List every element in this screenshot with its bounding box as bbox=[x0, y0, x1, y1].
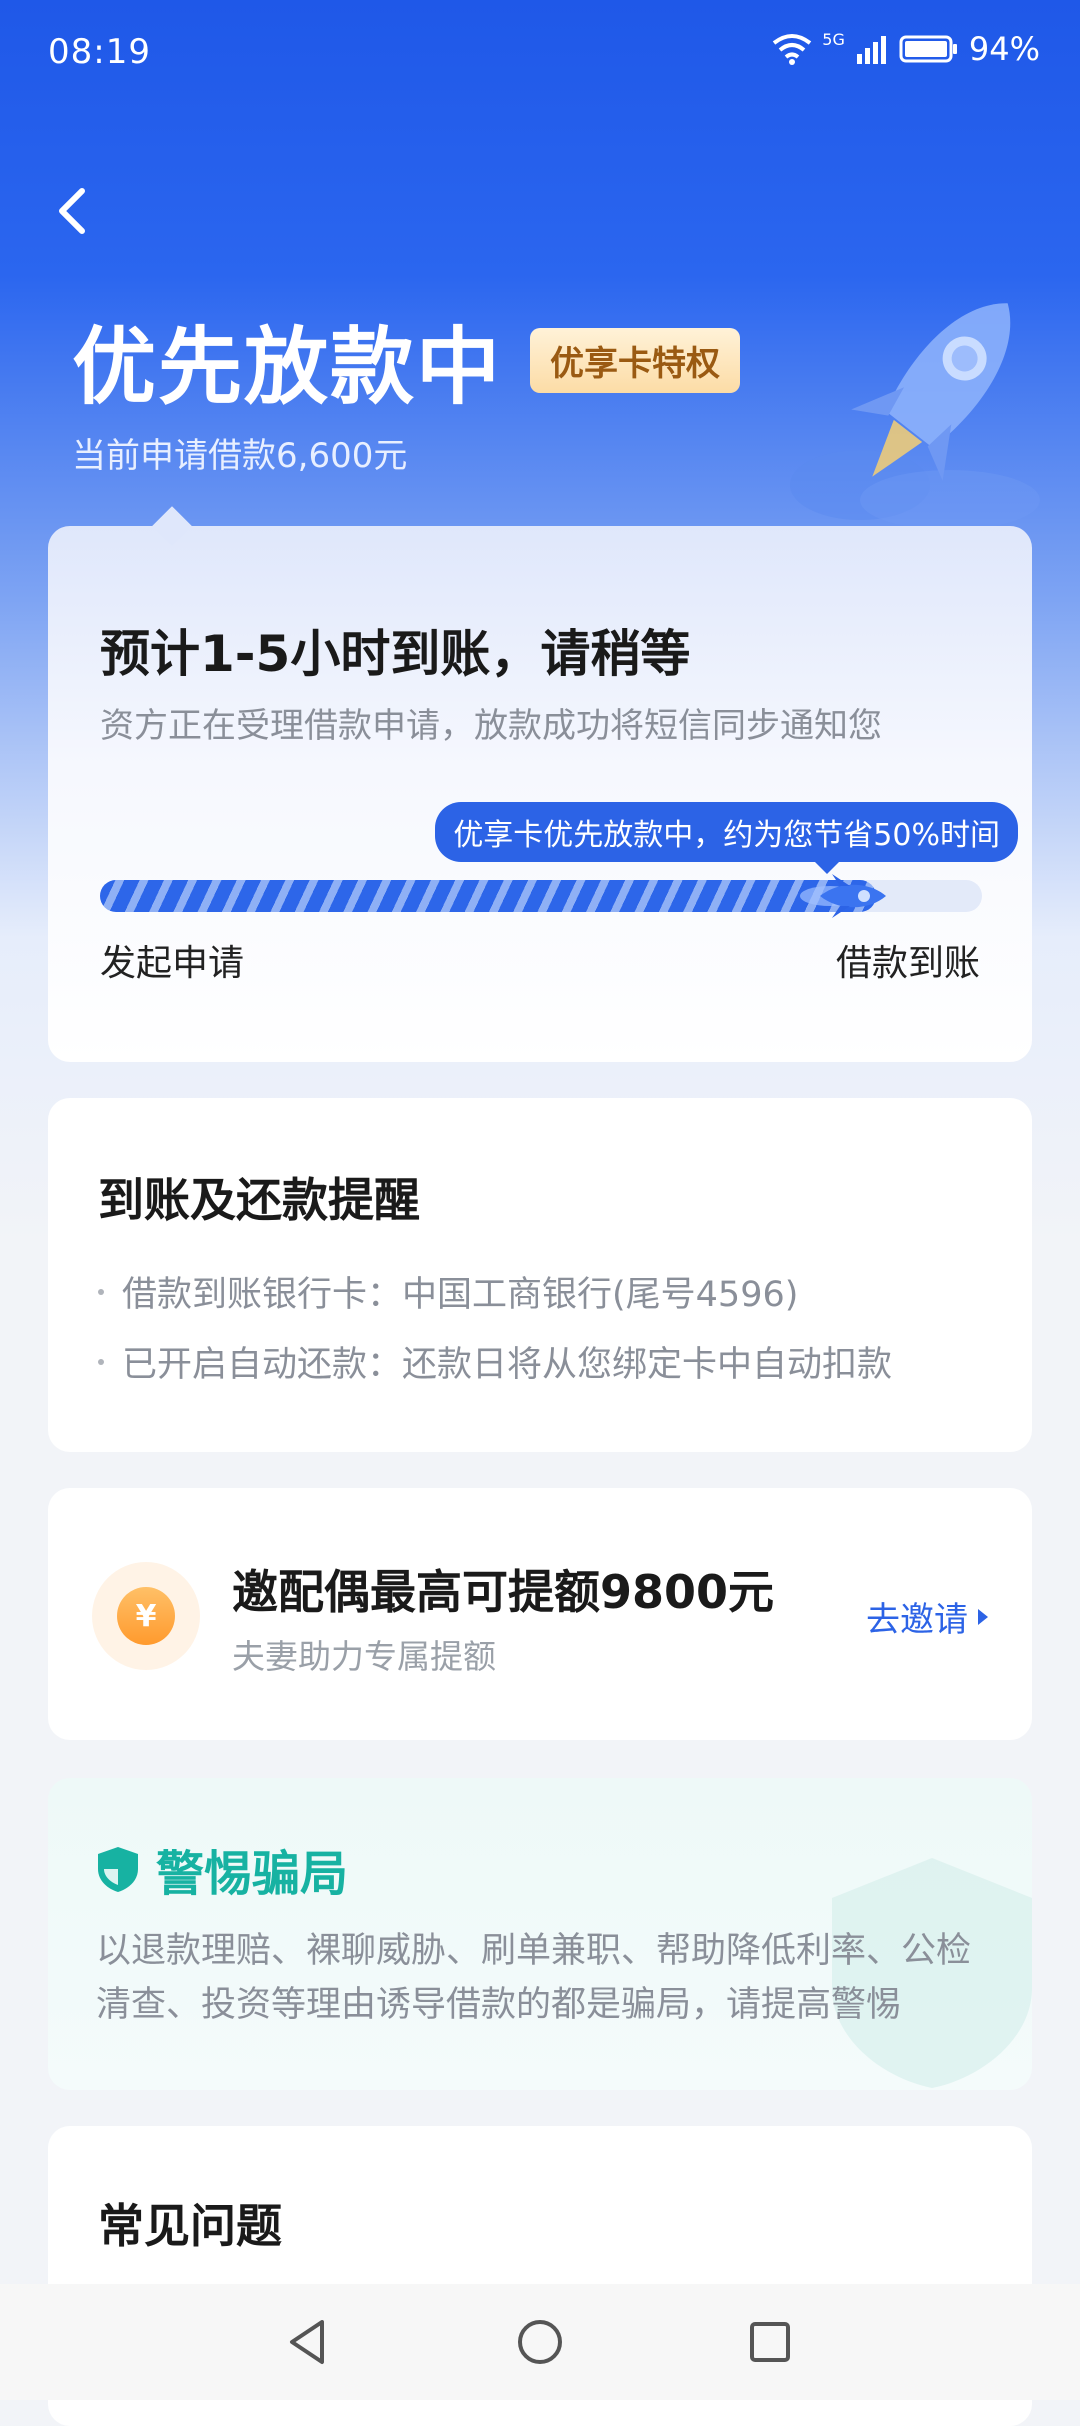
invite-button-label: 去邀请 bbox=[866, 1600, 968, 1640]
progress-fill bbox=[100, 880, 876, 912]
play-arrow-icon bbox=[978, 1608, 988, 1625]
privilege-badge: 优享卡特权 bbox=[530, 328, 741, 393]
shield-icon bbox=[98, 1847, 138, 1892]
battery-icon bbox=[899, 35, 957, 63]
network-label: 5G bbox=[822, 30, 845, 49]
nav-recents-icon[interactable] bbox=[740, 2312, 800, 2372]
page-title: 优先放款中 bbox=[72, 318, 503, 416]
invite-spouse-card[interactable]: ¥ 邀配偶最高可提额9800元 夫妻助力专属提额 去邀请 bbox=[48, 1488, 1032, 1740]
coin-icon: ¥ bbox=[92, 1562, 200, 1670]
status-bar: 08:19 5G 94% bbox=[0, 0, 1080, 100]
reminder-title: 到账及还款提醒 bbox=[98, 1173, 420, 1227]
scam-warning-card: 警惕骗局 以退款理赔、裸聊威胁、刷单兼职、帮助降低利率、公检清查、投资等理由诱导… bbox=[48, 1778, 1032, 2090]
status-time: 08:19 bbox=[48, 32, 151, 72]
nav-home-icon[interactable] bbox=[510, 2312, 570, 2372]
progress-end-label: 借款到账 bbox=[835, 943, 980, 984]
reminder-item-bank-card: 借款到账银行卡：中国工商银行(尾号4596) bbox=[98, 1266, 798, 1317]
scam-warning-heading: 警惕骗局 bbox=[96, 1834, 348, 1904]
nav-back-icon[interactable] bbox=[278, 2312, 338, 2372]
rocket-illustration-icon bbox=[790, 303, 1040, 530]
status-icons: 5G 94% bbox=[772, 30, 1040, 68]
status-description: 资方正在受理借款申请，放款成功将短信同步通知您 bbox=[100, 706, 882, 746]
progress-track bbox=[100, 874, 982, 918]
priority-tip-bubble: 优享卡优先放款中，约为您节省50%时间 bbox=[435, 802, 1018, 874]
system-navigation-bar bbox=[0, 2284, 1080, 2400]
loan-amount-subtitle: 当前申请借款6,600元 bbox=[72, 436, 408, 476]
reminder-item-text: 已开启自动还款：还款日将从您绑定卡中自动扣款 bbox=[122, 1345, 893, 1385]
battery-level: 94% bbox=[968, 30, 1040, 68]
bullet-dot bbox=[98, 1358, 104, 1365]
invite-subtitle: 夫妻助力专属提额 bbox=[232, 1637, 496, 1676]
wifi-icon bbox=[773, 34, 812, 65]
loan-status-card: 预计1-5小时到账，请稍等 资方正在受理借款申请，放款成功将短信同步通知您 优享… bbox=[48, 506, 1032, 1062]
arrival-estimate: 预计1-5小时到账，请稍等 bbox=[100, 625, 691, 683]
progress-start-label: 发起申请 bbox=[100, 943, 245, 984]
invite-button[interactable]: 去邀请 bbox=[866, 1592, 988, 1641]
bullet-dot bbox=[98, 1288, 104, 1295]
invite-title: 邀配偶最高可提额9800元 bbox=[232, 1565, 775, 1619]
reminder-card: 到账及还款提醒 借款到账银行卡：中国工商银行(尾号4596) 已开启自动还款：还… bbox=[48, 1098, 1032, 1452]
faq-title: 常见问题 bbox=[98, 2199, 282, 2253]
reminder-item-text: 借款到账银行卡：中国工商银行(尾号4596) bbox=[122, 1275, 799, 1315]
scam-warning-title: 警惕骗局 bbox=[156, 1846, 349, 1902]
rocket-progress-icon bbox=[800, 874, 886, 918]
signal-icon bbox=[856, 36, 886, 64]
reminder-item-auto-repay: 已开启自动还款：还款日将从您绑定卡中自动扣款 bbox=[98, 1336, 892, 1387]
scam-warning-text: 以退款理赔、裸聊威胁、刷单兼职、帮助降低利率、公检清查、投资等理由诱导借款的都是… bbox=[96, 1931, 972, 2025]
title-row: 优先放款中 优享卡特权 bbox=[72, 300, 741, 421]
back-arrow-icon[interactable] bbox=[48, 185, 100, 237]
